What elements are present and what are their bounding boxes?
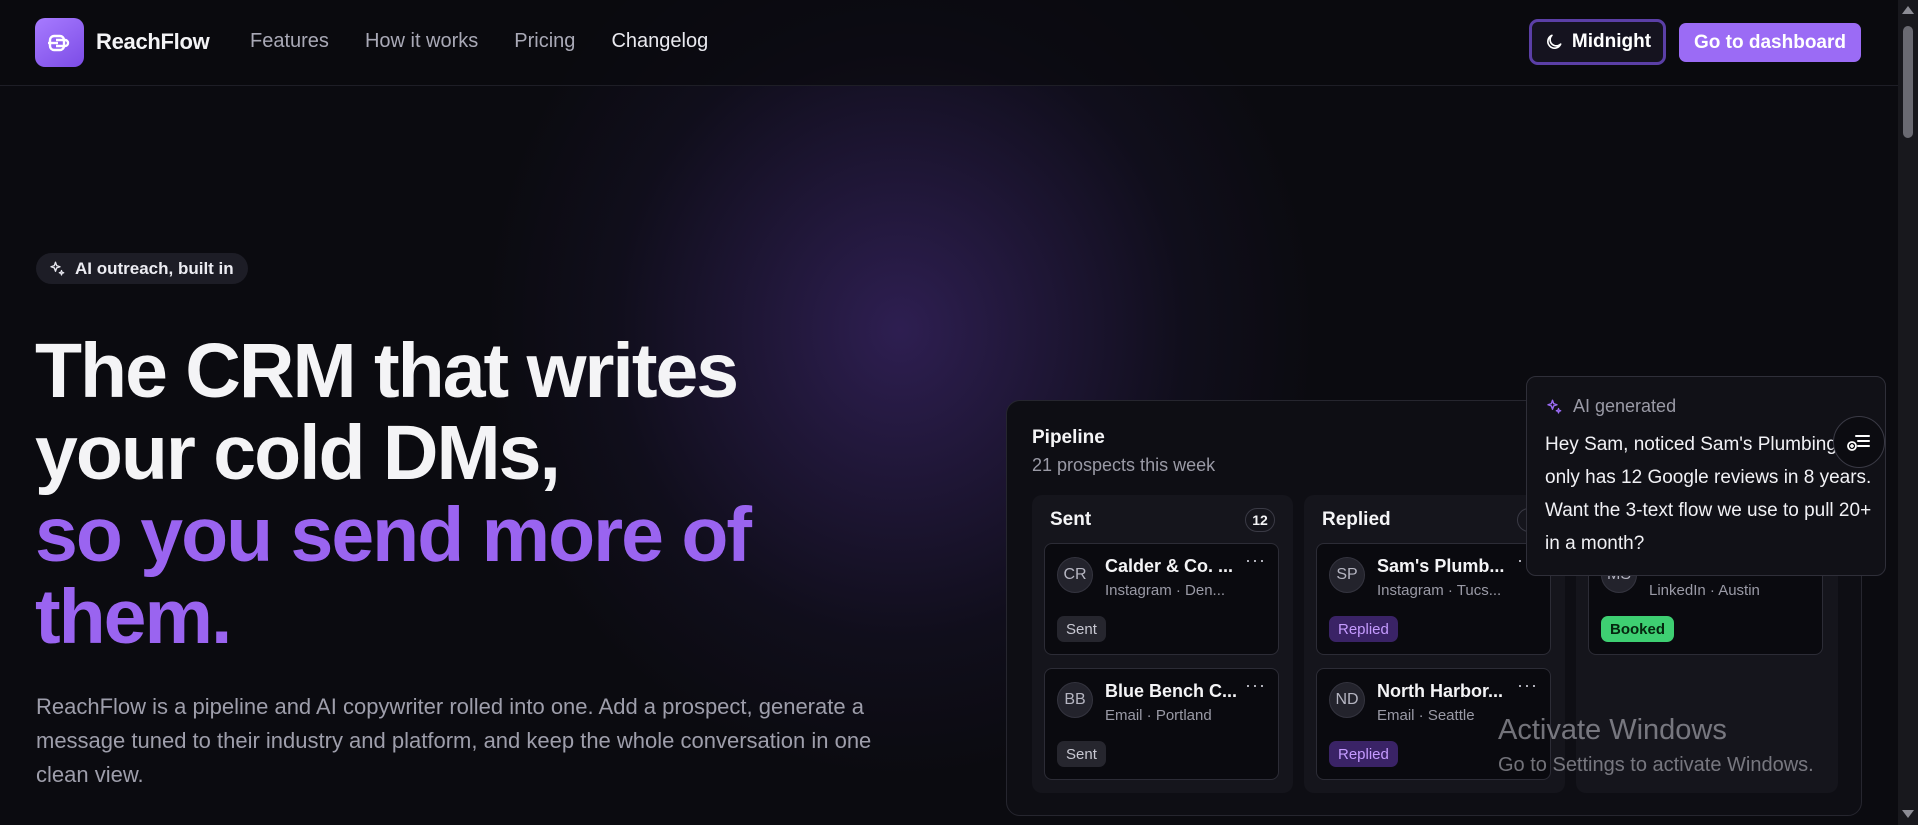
activate-windows-title: Activate Windows xyxy=(1498,714,1727,746)
column-name: Sent xyxy=(1050,509,1092,530)
prospect-meta: Instagram · Tucs... xyxy=(1377,582,1502,599)
scroll-down-arrow-icon[interactable] xyxy=(1902,810,1914,818)
add-notes-icon xyxy=(1847,435,1870,451)
prospect-meta: Instagram · Den... xyxy=(1105,582,1226,599)
nav-link-changelog[interactable]: Changelog xyxy=(611,30,708,53)
pipeline-title: Pipeline xyxy=(1032,427,1105,448)
pipeline-subtitle: 21 prospects this week xyxy=(1032,455,1216,475)
ai-generated-label-row: AI generated xyxy=(1545,396,1676,417)
hero-headline: The CRM that writes your cold DMs, so yo… xyxy=(35,330,855,658)
prospect-meta: Email · Seattle xyxy=(1377,707,1475,724)
activate-windows-subtitle: Go to Settings to activate Windows. xyxy=(1498,754,1814,776)
status-badge: Sent xyxy=(1057,616,1106,642)
ai-message: Hey Sam, noticed Sam's Plumbing only has… xyxy=(1545,434,1872,554)
top-nav: ReachFlow Features How it works Pricing … xyxy=(0,0,1898,86)
brand-name[interactable]: ReachFlow xyxy=(96,29,210,55)
prospect-name: North Harbor... xyxy=(1377,681,1504,701)
nav-links: Features How it works Pricing Changelog xyxy=(250,30,744,53)
theme-toggle-button[interactable]: Midnight xyxy=(1529,19,1666,65)
scrollbar-thumb[interactable] xyxy=(1903,26,1913,138)
prospect-card[interactable]: CR Calder & Co. ... Instagram · Den... ·… xyxy=(1044,543,1279,655)
feature-pill: AI outreach, built in xyxy=(36,253,248,284)
headline-line-3: so you send more of xyxy=(35,492,752,578)
status-badge: Replied xyxy=(1329,616,1398,642)
nav-link-how-it-works[interactable]: How it works xyxy=(365,30,478,53)
status-badge: Sent xyxy=(1057,741,1106,767)
ai-generated-label: AI generated xyxy=(1573,396,1677,416)
more-options-icon[interactable]: ··· xyxy=(1245,550,1266,571)
feature-pill-label: AI outreach, built in xyxy=(75,258,234,278)
sparkles-icon xyxy=(50,261,65,276)
avatar: CR xyxy=(1057,557,1093,593)
moon-icon xyxy=(1546,34,1562,49)
prospect-name: Blue Bench C... xyxy=(1105,681,1238,701)
theme-toggle-label: Midnight xyxy=(1571,31,1652,52)
column-name: Replied xyxy=(1322,509,1391,530)
page: ReachFlow Features How it works Pricing … xyxy=(0,0,1898,825)
go-to-dashboard-button[interactable]: Go to dashboard xyxy=(1679,23,1861,62)
avatar: ND xyxy=(1329,682,1365,718)
column-count-badge: 12 xyxy=(1245,508,1275,532)
pipeline-column-sent: Sent 12 CR Calder & Co. ... Instagram · … xyxy=(1032,495,1293,793)
headline-line-2: your cold DMs, xyxy=(35,410,561,496)
add-notes-button[interactable] xyxy=(1833,416,1885,468)
hero-description: ReachFlow is a pipeline and AI copywrite… xyxy=(36,694,872,787)
avatar: SP xyxy=(1329,557,1365,593)
scroll-up-arrow-icon[interactable] xyxy=(1902,6,1914,14)
headline-line-4: them. xyxy=(35,574,232,660)
prospect-card[interactable]: BB Blue Bench C... Email · Portland ··· … xyxy=(1044,668,1279,780)
ai-generated-popup: AI generated Hey Sam, noticed Sam's Plum… xyxy=(1526,376,1886,576)
headline-line-1: The CRM that writes xyxy=(35,328,739,414)
vertical-scrollbar[interactable] xyxy=(1898,0,1918,825)
nav-link-pricing[interactable]: Pricing xyxy=(514,30,575,53)
more-options-icon[interactable]: ··· xyxy=(1517,675,1538,696)
status-badge: Booked xyxy=(1601,616,1675,642)
avatar: BB xyxy=(1057,682,1093,718)
logo-mark-icon xyxy=(47,34,69,51)
logo[interactable] xyxy=(35,18,84,67)
prospect-meta: LinkedIn · Austin xyxy=(1649,582,1760,599)
status-badge: Replied xyxy=(1329,741,1398,767)
more-options-icon[interactable]: ··· xyxy=(1245,675,1266,696)
prospect-name: Sam's Plumb... xyxy=(1377,556,1505,576)
prospect-meta: Email · Portland xyxy=(1105,707,1212,724)
prospect-card[interactable]: SP Sam's Plumb... Instagram · Tucs... ··… xyxy=(1316,543,1551,655)
prospect-name: Calder & Co. ... xyxy=(1105,556,1234,576)
nav-link-features[interactable]: Features xyxy=(250,30,329,53)
sparkles-icon xyxy=(1547,399,1562,414)
